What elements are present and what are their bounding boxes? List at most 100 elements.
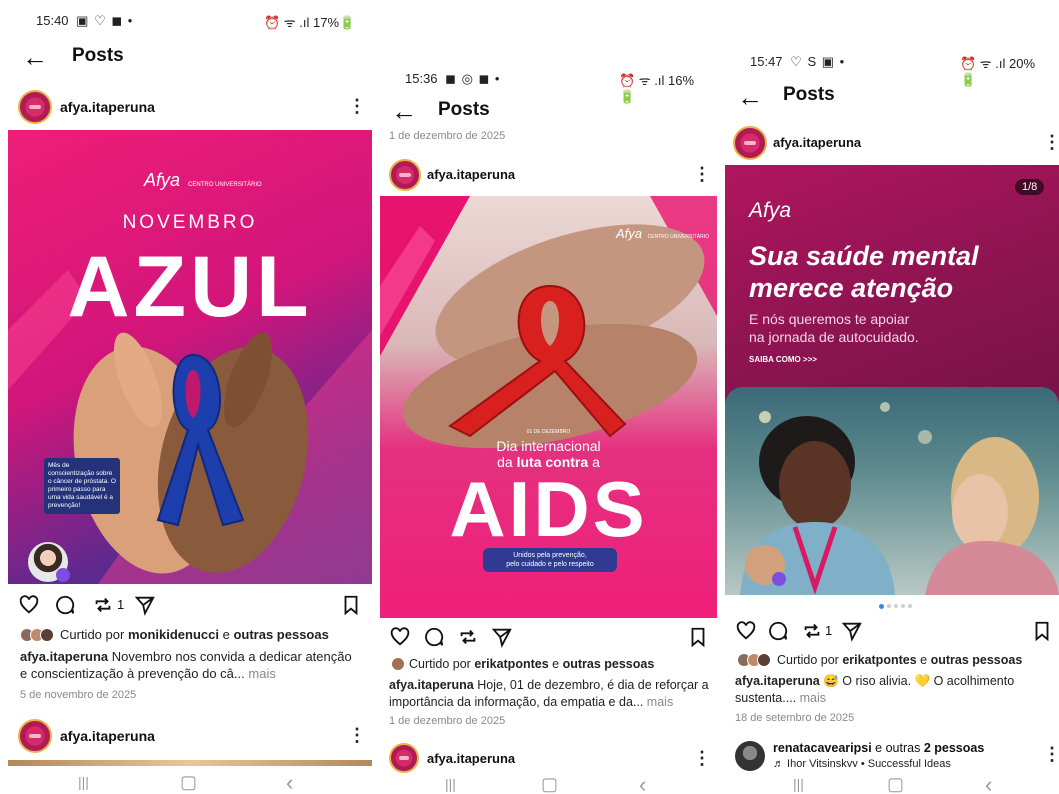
repost-icon[interactable] xyxy=(457,626,479,648)
back-arrow-icon[interactable]: ← xyxy=(737,84,763,110)
post-handle[interactable]: afya.itaperuna xyxy=(60,99,155,115)
status-bar: 15:40 ▣ ♡ ◼ • ⏰ ᯤ .ıl 17%🔋 xyxy=(36,13,356,30)
post-handle[interactable]: afya.itaperuna xyxy=(427,167,515,182)
recent-apps-button[interactable]: ||| xyxy=(445,776,456,792)
liker-avatars xyxy=(20,627,54,642)
liked-join: e xyxy=(920,653,928,667)
post-handle[interactable]: afya.itaperuna xyxy=(773,135,861,150)
small-date: 01 DE DEZEMBRO xyxy=(526,429,571,435)
status-bar: 15:36 ◼ ◎ ◼ • ⏰ ᯤ .ıl 16%🔋 xyxy=(405,71,705,104)
nav-back-button[interactable]: ‹ xyxy=(286,770,293,794)
comment-icon[interactable] xyxy=(54,594,76,616)
liked-user[interactable]: erikatpontes xyxy=(474,657,548,671)
liked-by[interactable]: Curtido por erikatpontes e outras pessoa… xyxy=(737,653,1022,667)
more-link[interactable]: mais xyxy=(647,695,673,709)
avatar[interactable] xyxy=(735,741,765,771)
line1-text: Dia internacional xyxy=(496,438,601,454)
system-nav-bar: ||| ▢ ‹ xyxy=(0,770,375,794)
pill-line1: Unidos pela prevenção, xyxy=(513,552,587,559)
post-image[interactable]: Afya CENTRO UNIVERSITÁRIO 01 DE DEZEMBRO… xyxy=(380,196,717,618)
liked-user[interactable]: monikidenucci xyxy=(128,627,219,642)
bookmark-icon[interactable] xyxy=(1031,620,1053,642)
carousel-counter: 1/8 xyxy=(1015,179,1045,195)
more-options-icon[interactable]: ⋮ xyxy=(693,748,711,769)
liked-others[interactable]: outras pessoas xyxy=(233,627,328,642)
status-icons-left: ▣ ♡ ◼ • xyxy=(76,13,134,28)
more-options-icon[interactable]: ⋮ xyxy=(1043,744,1059,765)
avatar[interactable] xyxy=(389,743,419,773)
heart-icon[interactable] xyxy=(18,594,40,616)
post-image[interactable]: 1/8 Afya Sua saúde mental merece atenção… xyxy=(725,165,1059,595)
liked-others[interactable]: outras pessoas xyxy=(563,657,655,671)
brand-sub: CENTRO UNIVERSITÁRIO xyxy=(647,234,710,240)
share-icon[interactable] xyxy=(841,620,863,642)
others-count[interactable]: 2 pessoas xyxy=(924,741,984,755)
avatar[interactable] xyxy=(18,90,52,124)
post-caption: afya.itaperuna 😅 O riso alivia. 💛 O acol… xyxy=(735,673,1050,707)
caption-handle[interactable]: afya.itaperuna xyxy=(735,674,820,688)
liked-by[interactable]: Curtido por erikatpontes e outras pessoa… xyxy=(391,657,654,671)
comment-icon[interactable] xyxy=(423,626,445,648)
post-caption: afya.itaperuna Hoje, 01 de dezembro, é d… xyxy=(389,677,714,711)
post-image[interactable]: Afya CENTRO UNIVERSITÁRIO NOVEMBRO AZUL … xyxy=(8,130,372,584)
back-arrow-icon[interactable]: ← xyxy=(391,98,417,124)
recent-apps-button[interactable]: ||| xyxy=(78,774,89,790)
bookmark-icon[interactable] xyxy=(687,626,709,648)
top-date: 1 de dezembro de 2025 xyxy=(389,130,506,142)
post-handle[interactable]: afya.itaperuna xyxy=(60,728,155,744)
home-button[interactable]: ▢ xyxy=(180,772,197,793)
more-options-icon[interactable]: ⋮ xyxy=(1043,132,1059,153)
heart-icon[interactable] xyxy=(389,626,411,648)
liked-join: e xyxy=(222,627,230,642)
recent-apps-button[interactable]: ||| xyxy=(793,776,804,792)
home-button[interactable]: ▢ xyxy=(541,774,558,794)
pill-line2: pelo cuidado e pelo respeito xyxy=(506,561,594,568)
repost-icon[interactable] xyxy=(801,620,823,642)
status-time: 15:47 xyxy=(750,54,783,69)
status-icons-right: ⏰ ᯤ .ıl 20%🔋 xyxy=(960,56,1036,87)
avatar[interactable] xyxy=(733,126,767,160)
phone-screen-3: 15:47 ♡ S ▣ • ⏰ ᯤ .ıl 20%🔋 ← Posts afya.… xyxy=(725,0,1059,794)
caption-handle[interactable]: afya.itaperuna xyxy=(389,678,474,692)
headline-text: AIDS xyxy=(449,465,648,553)
nav-back-button[interactable]: ‹ xyxy=(639,772,646,794)
liked-prefix: Curtido por xyxy=(777,653,839,667)
phone-screen-1: 15:40 ▣ ♡ ◼ • ⏰ ᯤ .ıl 17%🔋 ← Posts afya.… xyxy=(0,0,375,794)
sub-line1: E nós queremos te apoiar xyxy=(749,311,910,327)
more-options-icon[interactable]: ⋮ xyxy=(693,164,711,185)
liked-others[interactable]: outras pessoas xyxy=(931,653,1023,667)
nav-back-button[interactable]: ‹ xyxy=(985,772,992,794)
home-button[interactable]: ▢ xyxy=(887,774,904,794)
liked-prefix: Curtido por xyxy=(409,657,471,671)
next-post-image[interactable] xyxy=(8,760,372,766)
page-title: Posts xyxy=(783,84,835,105)
status-bar: 15:47 ♡ S ▣ • ⏰ ᯤ .ıl 20%🔋 xyxy=(750,54,1050,87)
status-icons-right: ⏰ ᯤ .ıl 16%🔋 xyxy=(619,73,695,104)
collab-badge-icon xyxy=(56,568,70,582)
avatar[interactable] xyxy=(18,719,52,753)
caption-handle[interactable]: afya.itaperuna xyxy=(20,649,108,664)
post-handle[interactable]: renatacavearipsi xyxy=(773,741,872,755)
page-title: Posts xyxy=(438,99,490,120)
system-nav-bar: ||| ▢ ‹ xyxy=(375,772,725,794)
more-options-icon[interactable]: ⋮ xyxy=(348,96,366,117)
music-line[interactable]: ♬ Ihor Vitsinskyy • Successful Ideas xyxy=(773,758,951,767)
more-link[interactable]: mais xyxy=(248,666,275,681)
cta-text[interactable]: SAIBA COMO >>> xyxy=(749,355,817,364)
avatar[interactable] xyxy=(389,159,421,191)
back-arrow-icon[interactable]: ← xyxy=(22,44,48,70)
heart-icon[interactable] xyxy=(735,620,757,642)
liked-by[interactable]: Curtido por monikidenucci e outras pesso… xyxy=(20,627,329,642)
more-link[interactable]: mais xyxy=(800,691,826,705)
more-options-icon[interactable]: ⋮ xyxy=(348,725,366,746)
post-date: 5 de novembro de 2025 xyxy=(20,689,137,701)
post-handle[interactable]: afya.itaperuna xyxy=(427,751,515,766)
share-icon[interactable] xyxy=(491,626,513,648)
kicker-text: NOVEMBRO xyxy=(122,212,258,233)
liked-user[interactable]: erikatpontes xyxy=(842,653,916,667)
repost-icon[interactable] xyxy=(92,594,114,616)
brand-logo: Afya CENTRO UNIVERSITÁRIO xyxy=(616,226,709,241)
share-icon[interactable] xyxy=(134,594,156,616)
comment-icon[interactable] xyxy=(767,620,789,642)
bookmark-icon[interactable] xyxy=(340,594,362,616)
